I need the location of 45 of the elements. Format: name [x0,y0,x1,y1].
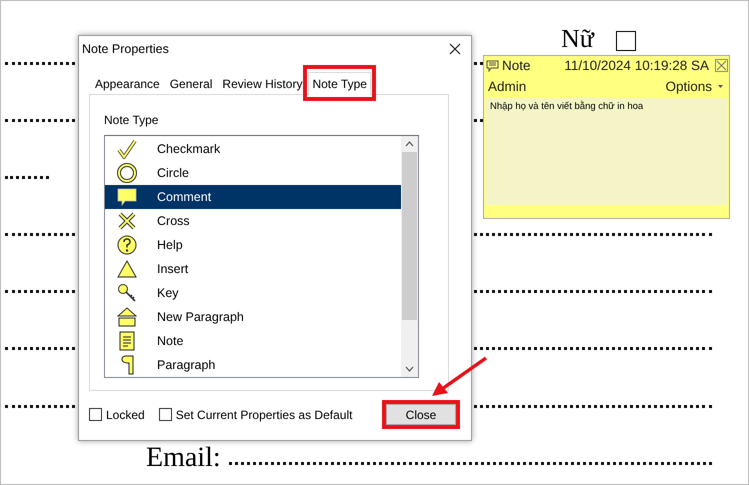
close-icon[interactable] [449,43,461,55]
group-label: Note Type [104,113,160,127]
help-icon [117,235,137,255]
list-item[interactable]: New Paragraph [105,305,401,329]
timestamp: 11/10/2024 10:19:28 SA [564,58,709,73]
new-paragraph-icon [117,307,137,327]
note-body[interactable]: Nhập họ và tên viết bằng chữ in hoa [486,98,727,205]
checkbox-label: Set Current Properties as Default [176,408,352,422]
circle-icon [117,163,137,183]
scrollbar[interactable] [401,136,418,377]
list-item[interactable]: Circle [105,161,401,185]
comment-icon [486,60,499,72]
checkmark-icon [117,139,137,159]
note-title: Note [502,58,531,73]
tab[interactable]: Note Type [308,72,371,95]
comment-icon [117,187,137,207]
options-menu[interactable]: Options [665,79,723,94]
arrow [430,356,490,398]
checkbox-label: Locked [106,408,145,422]
list-item[interactable]: Paragraph [105,353,401,377]
window-title: Note Properties [82,42,169,56]
close-button[interactable]: Close [386,404,456,425]
note-icon [117,331,137,351]
list-item[interactable]: Insert [105,257,401,281]
cross-icon [117,211,137,231]
checkbox[interactable] [89,408,102,421]
list-item[interactable]: Comment [105,185,401,209]
author-label: Admin [488,79,526,94]
gender-label: Nữ [561,26,594,52]
note-type-list[interactable]: Checkmark Circle Comment Cross Help Insert Key New Paragraph Note Paragraph [104,135,419,378]
list-item[interactable]: Key [105,281,401,305]
checkbox[interactable] [158,408,172,421]
tab[interactable]: Review History [218,73,306,94]
insert-icon [117,259,137,279]
tab[interactable]: General [166,73,216,94]
gender-checkbox[interactable] [616,31,636,51]
list-item[interactable]: Help [105,233,401,257]
caret-icon [718,85,723,88]
key-icon [117,283,137,303]
tab[interactable]: Appearance [91,73,164,94]
email-label: Email: [146,446,221,468]
list-item[interactable]: Note [105,329,401,353]
note-text: Nhập họ và tên viết bằng chữ in hoa [490,101,644,112]
list-item[interactable]: Checkmark [105,137,401,161]
list-item[interactable]: Cross [105,209,401,233]
